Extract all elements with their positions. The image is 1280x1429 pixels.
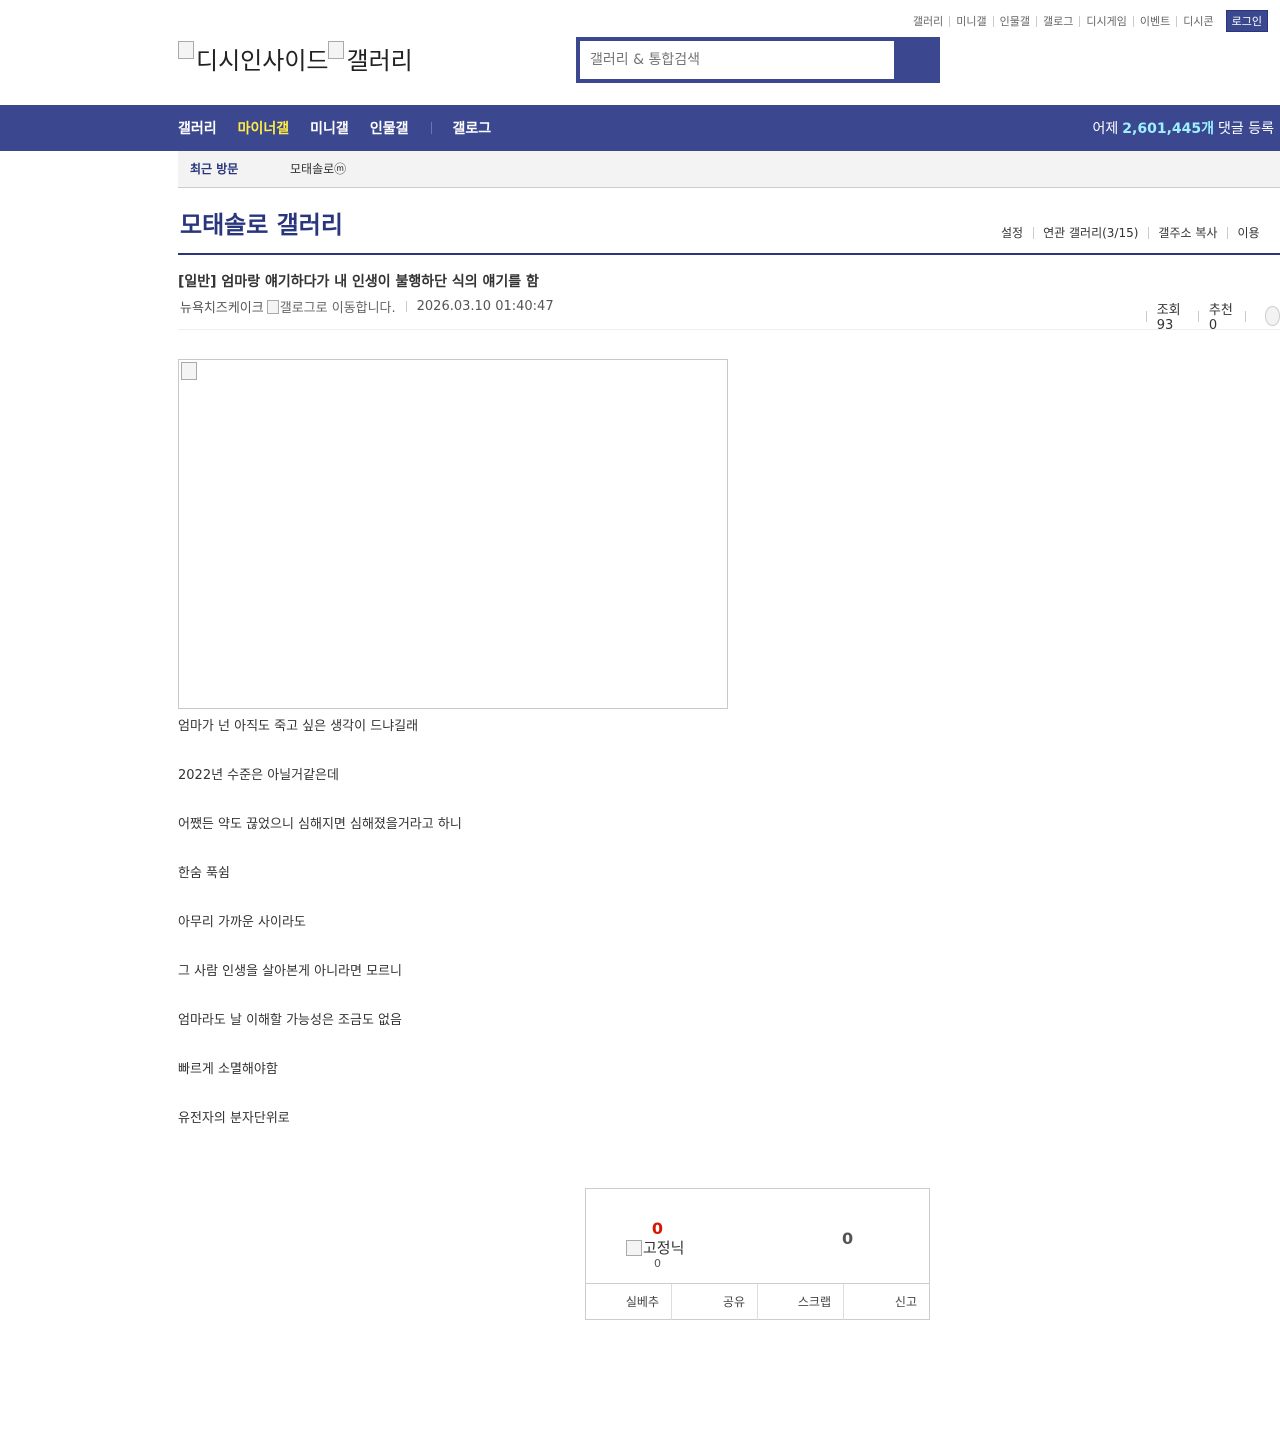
util-link-dcgame[interactable]: 디시게임 xyxy=(1079,15,1132,27)
stat-prefix: 어제 xyxy=(1092,121,1119,137)
top-util-links: 갤러리 미니갤 인물갤 갤로그 디시게임 이벤트 디시콘 로그인 xyxy=(907,10,1268,32)
fixed-nick-label: 고정닉 xyxy=(643,1239,685,1257)
body-line: 유전자의 분자단위로 xyxy=(178,1111,290,1126)
gallog-link[interactable]: 갤로그로 이동합니다. xyxy=(266,297,396,316)
recommend-box: 0 고정닉 0 0 실베추 공유 스크랩 신고 xyxy=(585,1188,930,1320)
post-body: 엄마가 넌 아직도 죽고 싶은 생각이 드냐길래 2022년 수준은 아닐거같은… xyxy=(178,717,462,1158)
gallery-title[interactable]: 모태솔로 갤러리 xyxy=(180,205,343,240)
search-button[interactable] xyxy=(896,37,940,83)
broken-image-icon xyxy=(181,362,197,380)
usage-link[interactable]: 이용 xyxy=(1237,226,1259,240)
fixed-nick-count: 0 xyxy=(654,1257,661,1270)
divider xyxy=(1148,227,1150,239)
gallery-menu: 설정 연관 갤러리(3/15) 갤주소 복사 이용 xyxy=(1001,226,1260,240)
gallog-link-text: 갤로그로 이동합니다. xyxy=(279,301,396,316)
login-button[interactable]: 로그인 xyxy=(1225,10,1268,32)
logo-brand[interactable]: 디시인사이드 xyxy=(178,41,328,76)
util-link-event[interactable]: 이벤트 xyxy=(1132,15,1176,27)
view-count: 조회 93 xyxy=(1156,303,1181,333)
broken-image-icon xyxy=(328,41,345,59)
broken-image-icon xyxy=(626,1239,642,1256)
recent-visit-title[interactable]: 최근 방문 xyxy=(190,151,238,188)
util-link-person-gall[interactable]: 인물갤 xyxy=(992,15,1036,27)
fixed-nick-upvote: 고정닉 xyxy=(626,1237,684,1258)
site-logo[interactable]: 디시인사이드 갤러리 xyxy=(178,41,413,76)
nav-gallog[interactable]: 갤로그 xyxy=(452,118,491,138)
best-recommend-button[interactable]: 실베추 xyxy=(586,1284,671,1320)
body-line: 아무리 가까운 사이라도 xyxy=(178,915,306,930)
post-date: 2026.03.10 01:40:47 xyxy=(416,299,554,314)
body-line: 그 사람 인생을 살아본게 아니라면 모르니 xyxy=(178,964,402,979)
body-line: 엄마가 넌 아직도 죽고 싶은 생각이 드냐길래 xyxy=(178,719,419,734)
post-meta: 뉴욕치즈케이크 갤로그로 이동합니다. 2026.03.10 01:40:47 xyxy=(180,297,554,316)
body-line: 엄마라도 날 이해할 가능성은 조금도 없음 xyxy=(178,1013,402,1028)
nav-divider xyxy=(431,122,433,134)
recent-gallery-link[interactable]: 모태솔로ⓜ xyxy=(290,151,346,188)
post-title: [일반] 엄마랑 얘기하다가 내 인생이 불행하단 식의 얘기를 함 xyxy=(178,274,539,290)
gallery-title-underline xyxy=(178,253,1280,255)
main-nav: 갤러리 마이너갤 미니갤 인물갤 갤로그 어제 2,601,445개 댓글 등록 xyxy=(0,105,1280,151)
recent-visit-bar: 최근 방문 모태솔로ⓜ xyxy=(178,151,1280,188)
divider xyxy=(1227,227,1229,239)
report-button[interactable]: 신고 xyxy=(843,1284,929,1320)
nav-person-gallery[interactable]: 인물갤 xyxy=(370,118,409,138)
search-box xyxy=(576,37,940,83)
related-gallery-link[interactable]: 연관 갤러리(3/15) xyxy=(1043,226,1138,240)
divider xyxy=(1146,310,1147,322)
nav-minor-gallery[interactable]: 마이너갤 xyxy=(238,118,290,138)
body-line: 한숨 푹쉼 xyxy=(178,866,230,881)
stat-suffix: 댓글 등록 xyxy=(1218,121,1274,137)
broken-image-icon xyxy=(178,41,194,59)
logo-brand-text: 디시인사이드 xyxy=(196,47,329,75)
util-link-minigall[interactable]: 미니갤 xyxy=(949,15,992,27)
util-link-gallery[interactable]: 갤러리 xyxy=(907,16,949,27)
post-actions: 실베추 공유 스크랩 신고 xyxy=(586,1283,929,1320)
util-link-dccon[interactable]: 디시콘 xyxy=(1176,15,1219,27)
post-header-divider xyxy=(178,329,1280,330)
upvote-count[interactable]: 0 xyxy=(586,1219,729,1238)
recommend-count: 추천 0 xyxy=(1208,303,1233,333)
nav-mini-gallery[interactable]: 미니갤 xyxy=(310,118,349,138)
gallery-settings-link[interactable]: 설정 xyxy=(1001,226,1023,240)
divider xyxy=(1244,310,1246,322)
divider xyxy=(405,301,407,312)
body-line: 어쨌든 약도 끊었으니 심해지면 심해졌을거라고 하니 xyxy=(178,817,462,832)
logo-section-text: 갤러리 xyxy=(346,47,413,75)
scrap-button[interactable]: 스크랩 xyxy=(757,1284,843,1320)
util-link-gallog[interactable]: 갤로그 xyxy=(1036,15,1079,27)
divider xyxy=(1198,310,1199,322)
nav-gallery[interactable]: 갤러리 xyxy=(178,118,217,138)
post-counts: 조회 93 추천 0 xyxy=(1136,299,1280,333)
share-button[interactable]: 공유 xyxy=(671,1284,757,1320)
logo-section[interactable]: 갤러리 xyxy=(328,41,413,76)
stat-number: 2,601,445개 xyxy=(1122,121,1215,137)
broken-image-icon xyxy=(266,299,279,314)
downvote-count[interactable]: 0 xyxy=(842,1229,853,1248)
comment-stat: 어제 2,601,445개 댓글 등록 xyxy=(1093,105,1274,151)
comment-circle-button[interactable] xyxy=(1265,306,1280,326)
post-author[interactable]: 뉴욕치즈케이크 xyxy=(180,297,264,316)
divider xyxy=(1033,227,1035,239)
post-image[interactable] xyxy=(178,359,728,709)
copy-address-link[interactable]: 갤주소 복사 xyxy=(1158,226,1217,240)
body-line: 2022년 수준은 아닐거같은데 xyxy=(178,768,339,783)
body-line: 빠르게 소멸해야함 xyxy=(178,1062,278,1077)
search-input[interactable] xyxy=(580,41,894,79)
